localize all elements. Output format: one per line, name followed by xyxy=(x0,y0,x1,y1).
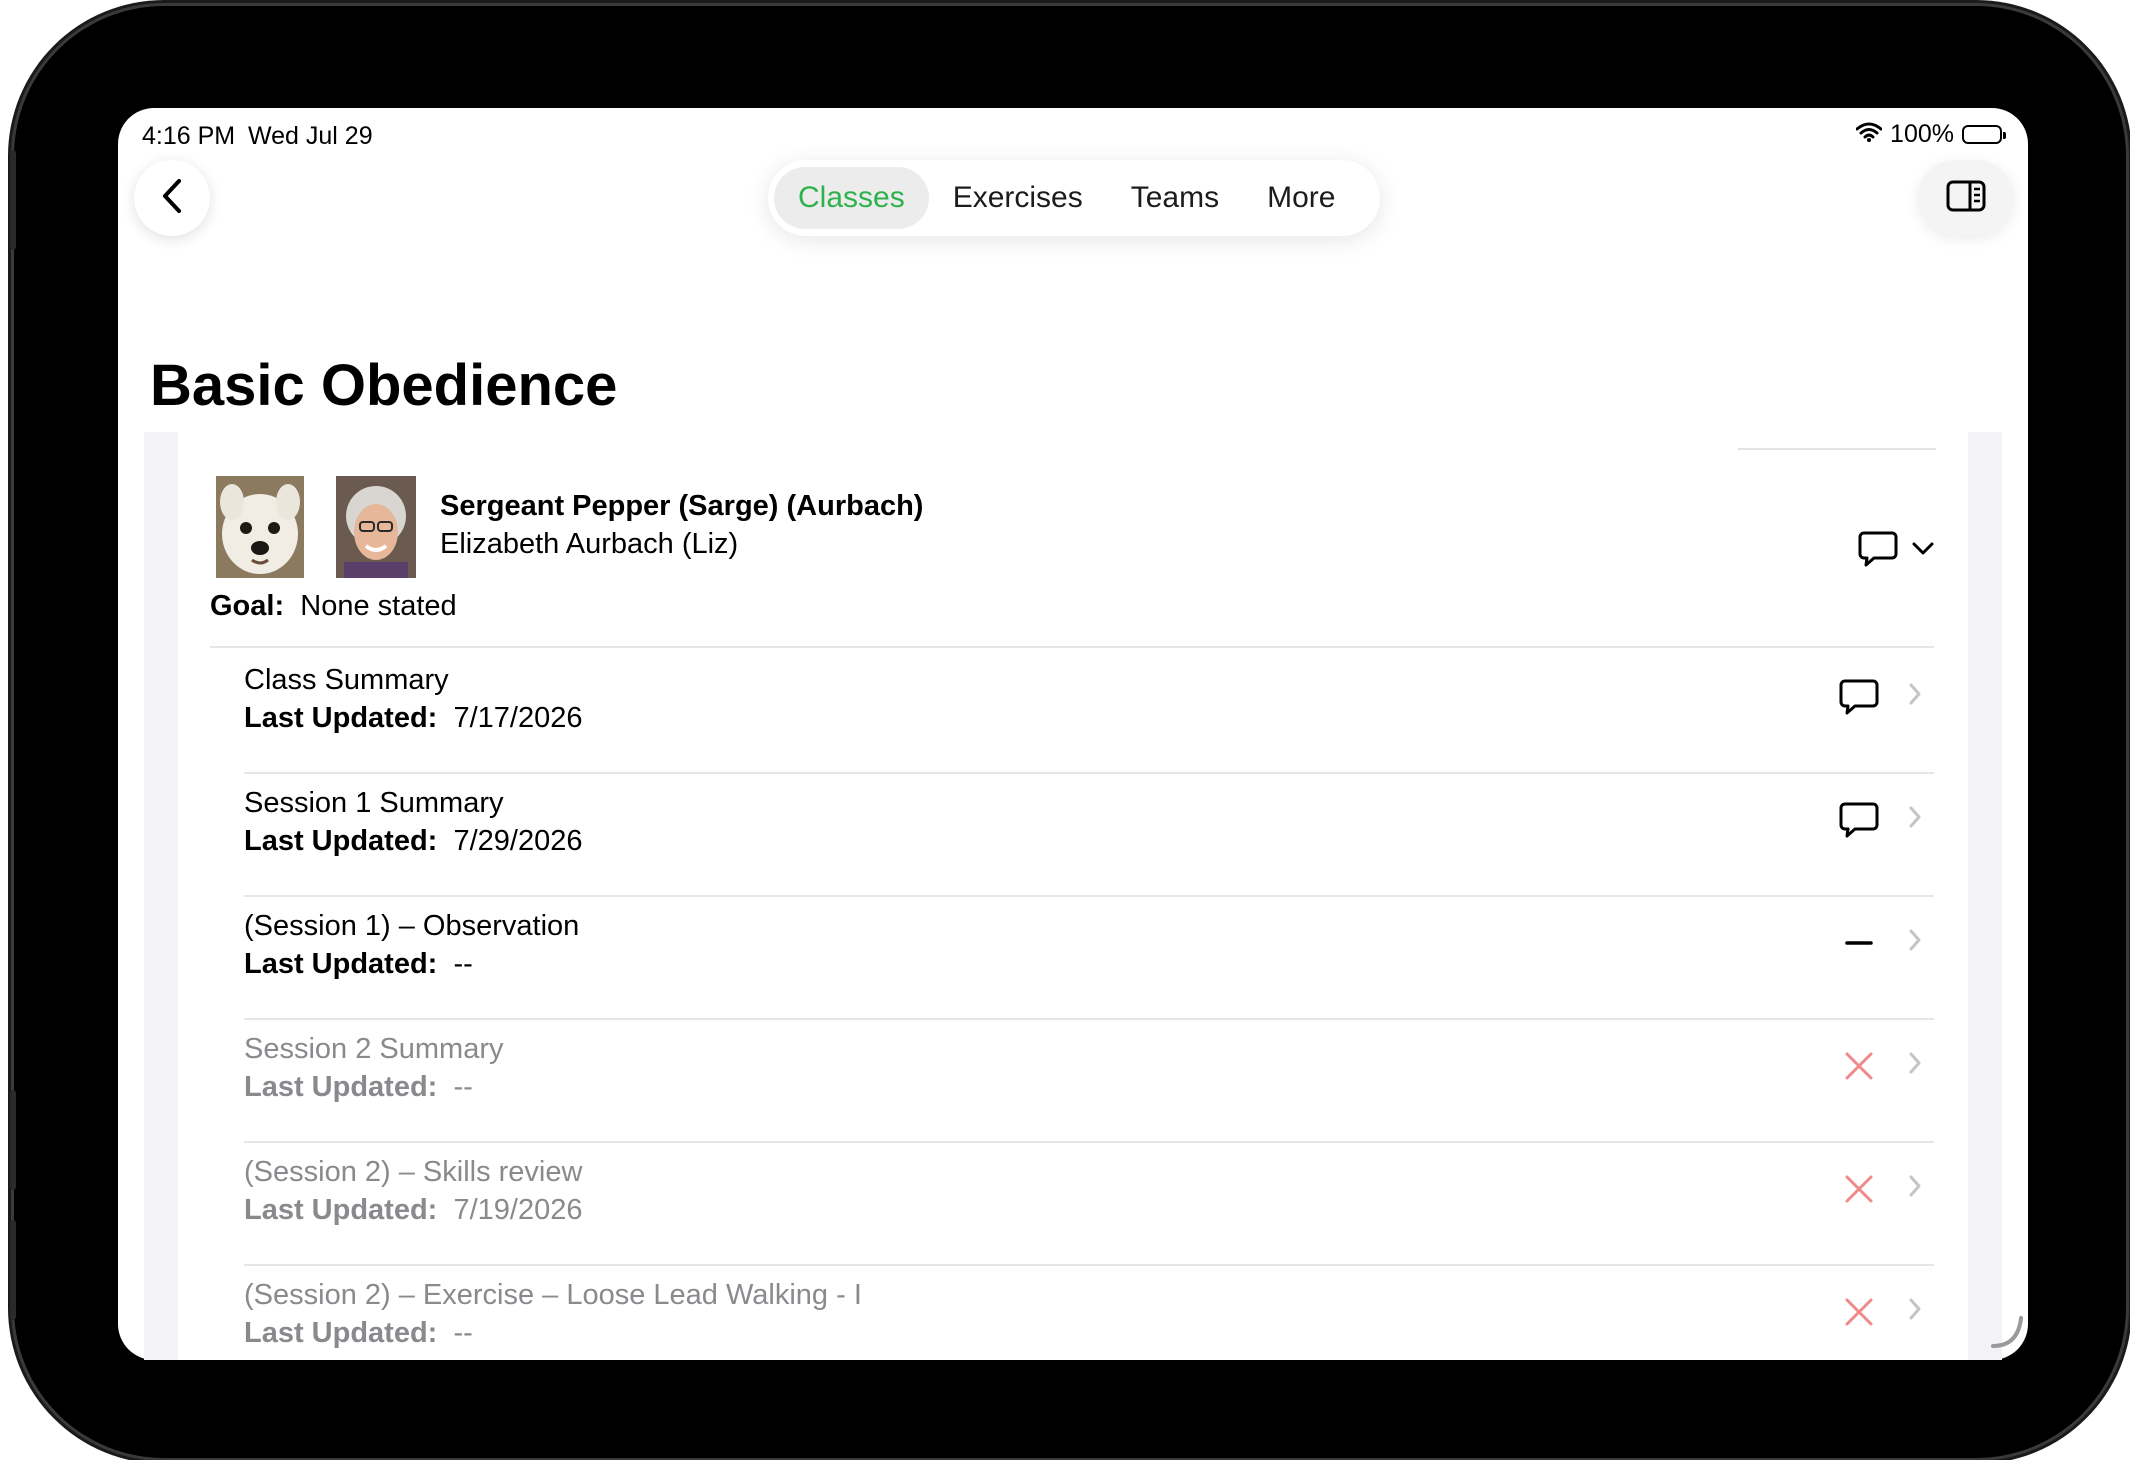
item-title: Session 2 Summary xyxy=(244,1033,504,1065)
item-last-updated: Last Updated: 7/29/2026 xyxy=(244,825,582,858)
item-title: (Session 2) – Skills review xyxy=(244,1156,583,1188)
list-item[interactable]: (Session 1) – Observation Last Updated: -… xyxy=(244,896,1934,1020)
chevron-right-icon xyxy=(1908,1174,1922,1203)
x-mark-icon xyxy=(1838,1291,1880,1333)
last-updated-value: -- xyxy=(453,948,473,980)
comment-icon xyxy=(1838,799,1880,841)
last-updated-value: 7/17/2026 xyxy=(453,702,583,734)
last-updated-label: Last Updated: xyxy=(244,1317,438,1349)
x-mark-icon xyxy=(1838,1045,1880,1087)
chevron-right-icon xyxy=(1908,1297,1922,1326)
list-item[interactable]: (Session 2) – Skills review Last Updated:… xyxy=(244,1142,1934,1266)
dash-icon xyxy=(1838,922,1880,964)
list-item[interactable]: Class Summary Last Updated: 7/17/2026 xyxy=(244,650,1934,774)
chevron-right-icon xyxy=(1908,682,1922,711)
item-last-updated: Last Updated: 7/19/2026 xyxy=(244,1194,582,1227)
last-updated-value: 7/19/2026 xyxy=(453,1194,583,1226)
item-last-updated: Last Updated: -- xyxy=(244,948,473,981)
chevron-right-icon xyxy=(1908,1051,1922,1080)
last-updated-value: -- xyxy=(453,1071,473,1103)
x-mark-icon xyxy=(1838,1168,1880,1210)
last-updated-label: Last Updated: xyxy=(244,1194,438,1226)
item-title: (Session 2) – Exercise – Loose Lead Walk… xyxy=(244,1279,862,1311)
item-last-updated: Last Updated: 7/17/2026 xyxy=(244,702,582,735)
last-updated-value: 7/29/2026 xyxy=(453,825,583,857)
item-last-updated: Last Updated: -- xyxy=(244,1071,473,1104)
item-title: Class Summary xyxy=(244,664,449,696)
chevron-right-icon xyxy=(1908,805,1922,834)
last-updated-label: Last Updated: xyxy=(244,948,438,980)
item-title: Session 1 Summary xyxy=(244,787,504,819)
comment-icon xyxy=(1838,676,1880,718)
list-item[interactable]: Session 1 Summary Last Updated: 7/29/2026 xyxy=(244,773,1934,897)
item-last-updated: Last Updated: -- xyxy=(244,1317,473,1350)
resize-handle-icon xyxy=(1990,1315,2024,1354)
last-updated-label: Last Updated: xyxy=(244,1071,438,1103)
list-item[interactable]: Session 2 Summary Last Updated: -- xyxy=(244,1019,1934,1143)
chevron-right-icon xyxy=(1908,928,1922,957)
last-updated-value: -- xyxy=(453,1317,473,1349)
list-item[interactable]: (Session 2) – Exercise – Loose Lead Walk… xyxy=(244,1265,1934,1360)
item-title: (Session 1) – Observation xyxy=(244,910,580,942)
last-updated-label: Last Updated: xyxy=(244,702,438,734)
last-updated-label: Last Updated: xyxy=(244,825,438,857)
